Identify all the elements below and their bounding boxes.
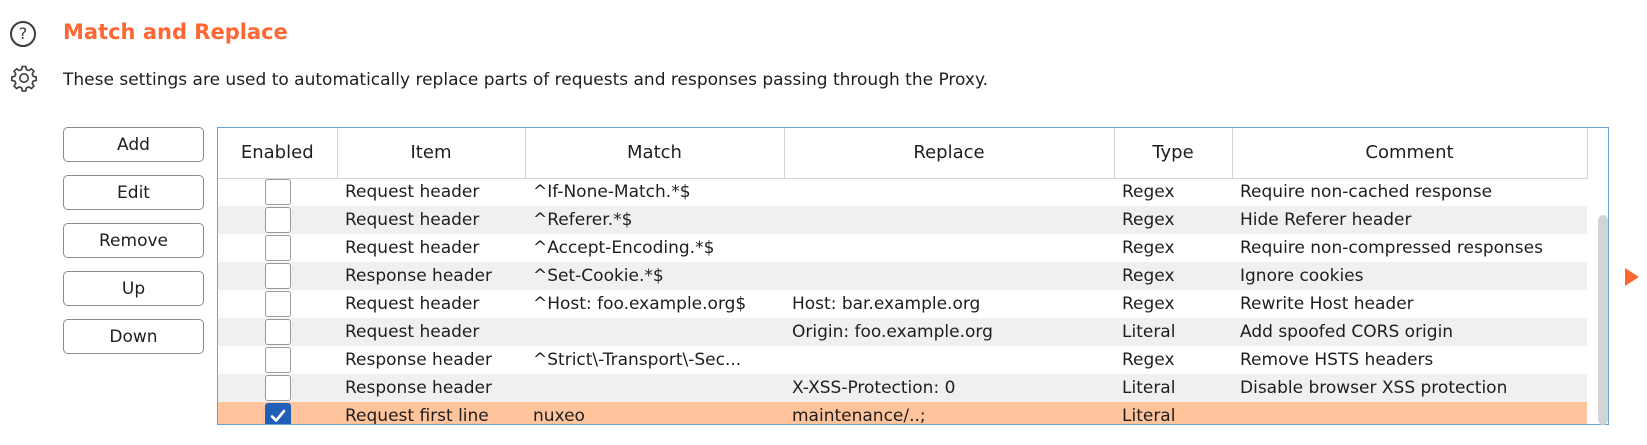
match-cell: nuxeo xyxy=(525,402,784,424)
remove-button[interactable]: Remove xyxy=(63,223,204,258)
section-title: Match and Replace xyxy=(63,20,288,44)
match-cell: ^If-None-Match.*$ xyxy=(525,178,784,206)
enabled-cell xyxy=(218,206,337,234)
replace-cell xyxy=(784,178,1114,206)
enabled-cell xyxy=(218,178,337,206)
item-cell: Request header xyxy=(337,290,525,318)
enabled-checkbox[interactable] xyxy=(264,347,291,373)
item-cell: Request first line xyxy=(337,402,525,424)
edit-button[interactable]: Edit xyxy=(63,175,204,210)
expand-arrow-icon[interactable] xyxy=(1625,268,1639,286)
column-header-type[interactable]: Type xyxy=(1114,128,1233,179)
comment-cell: Require non-cached response xyxy=(1232,178,1587,206)
up-button[interactable]: Up xyxy=(63,271,204,306)
replace-cell: Host: bar.example.org xyxy=(784,290,1114,318)
down-button[interactable]: Down xyxy=(63,319,204,354)
enabled-checkbox[interactable] xyxy=(264,403,291,424)
table-row[interactable]: Request header Origin: foo.example.org Lit… xyxy=(218,318,1587,346)
enabled-cell xyxy=(218,234,337,262)
table-row[interactable]: Response header ^Set-Cookie.*$ Regex Ignore… xyxy=(218,262,1587,290)
comment-cell: Require non-compressed responses xyxy=(1232,234,1587,262)
match-replace-table[interactable]: Enabled Item Match Replace Type Comment … xyxy=(217,127,1609,425)
help-icon-glyph: ? xyxy=(18,24,28,43)
table-header-row: Enabled Item Match Replace Type Comment xyxy=(218,128,1588,179)
replace-cell: maintenance/..; xyxy=(784,402,1114,424)
match-cell: ^Set-Cookie.*$ xyxy=(525,262,784,290)
replace-cell xyxy=(784,346,1114,374)
match-cell: ^Accept-Encoding.*$ xyxy=(525,234,784,262)
enabled-cell xyxy=(218,402,337,424)
item-cell: Response header xyxy=(337,262,525,290)
table-row[interactable]: Request header ^Accept-Encoding.*$ Regex Re… xyxy=(218,234,1587,262)
enabled-cell xyxy=(218,318,337,346)
type-cell: Regex xyxy=(1114,178,1232,206)
enabled-checkbox[interactable] xyxy=(264,179,291,206)
type-cell: Regex xyxy=(1114,234,1232,262)
type-cell: Literal xyxy=(1114,402,1232,424)
table-row[interactable]: Request header ^Host: foo.example.org$ Hos… xyxy=(218,290,1587,318)
table-row[interactable]: Request header ^If-None-Match.*$ Regex Requ… xyxy=(218,178,1587,206)
enabled-checkbox[interactable] xyxy=(264,235,291,261)
replace-cell xyxy=(784,262,1114,290)
enabled-cell xyxy=(218,374,337,402)
item-cell: Request header xyxy=(337,234,525,262)
enabled-checkbox[interactable] xyxy=(264,207,291,233)
vertical-scrollbar-thumb[interactable] xyxy=(1598,215,1608,425)
type-cell: Literal xyxy=(1114,318,1232,346)
replace-cell xyxy=(784,234,1114,262)
enabled-checkbox[interactable] xyxy=(264,319,291,345)
item-cell: Response header xyxy=(337,346,525,374)
item-cell: Request header xyxy=(337,318,525,346)
table-row[interactable]: Response header X-XSS-Protection: 0 Litera… xyxy=(218,374,1587,402)
enabled-checkbox[interactable] xyxy=(264,375,291,401)
comment-cell: Rewrite Host header xyxy=(1232,290,1587,318)
comment-cell: Ignore cookies xyxy=(1232,262,1587,290)
column-header-enabled[interactable]: Enabled xyxy=(218,128,338,179)
table-row[interactable]: Response header ^Strict\-Transport\-Sec..… xyxy=(218,346,1587,374)
help-icon[interactable]: ? xyxy=(10,21,36,47)
replace-cell: Origin: foo.example.org xyxy=(784,318,1114,346)
type-cell: Literal xyxy=(1114,374,1232,402)
comment-cell xyxy=(1232,402,1587,424)
enabled-cell xyxy=(218,262,337,290)
type-cell: Regex xyxy=(1114,262,1232,290)
match-cell: ^Referer.*$ xyxy=(525,206,784,234)
type-cell: Regex xyxy=(1114,290,1232,318)
enabled-checkbox[interactable] xyxy=(264,291,291,317)
table-row[interactable]: Request header ^Referer.*$ Regex Hide Refer… xyxy=(218,206,1587,234)
gear-icon[interactable] xyxy=(9,63,39,93)
item-cell: Request header xyxy=(337,178,525,206)
comment-cell: Hide Referer header xyxy=(1232,206,1587,234)
type-cell: Regex xyxy=(1114,346,1232,374)
column-header-match[interactable]: Match xyxy=(525,128,785,179)
enabled-checkbox[interactable] xyxy=(264,263,291,289)
match-cell: ^Host: foo.example.org$ xyxy=(525,290,784,318)
enabled-cell xyxy=(218,290,337,318)
item-cell: Request header xyxy=(337,206,525,234)
match-cell xyxy=(525,318,784,346)
replace-cell: X-XSS-Protection: 0 xyxy=(784,374,1114,402)
section-description: These settings are used to automatically… xyxy=(63,70,989,90)
type-cell: Regex xyxy=(1114,206,1232,234)
match-cell xyxy=(525,374,784,402)
item-cell: Response header xyxy=(337,374,525,402)
table-row[interactable]: Request first line nuxeo maintenance/..; Li… xyxy=(218,402,1587,424)
comment-cell: Add spoofed CORS origin xyxy=(1232,318,1587,346)
checkmark-icon xyxy=(270,409,285,422)
column-header-replace[interactable]: Replace xyxy=(784,128,1115,179)
enabled-cell xyxy=(218,346,337,374)
match-cell: ^Strict\-Transport\-Sec... xyxy=(525,346,784,374)
column-header-comment[interactable]: Comment xyxy=(1232,128,1588,179)
column-header-item[interactable]: Item xyxy=(337,128,526,179)
comment-cell: Remove HSTS headers xyxy=(1232,346,1587,374)
add-button[interactable]: Add xyxy=(63,127,204,162)
comment-cell: Disable browser XSS protection xyxy=(1232,374,1587,402)
replace-cell xyxy=(784,206,1114,234)
